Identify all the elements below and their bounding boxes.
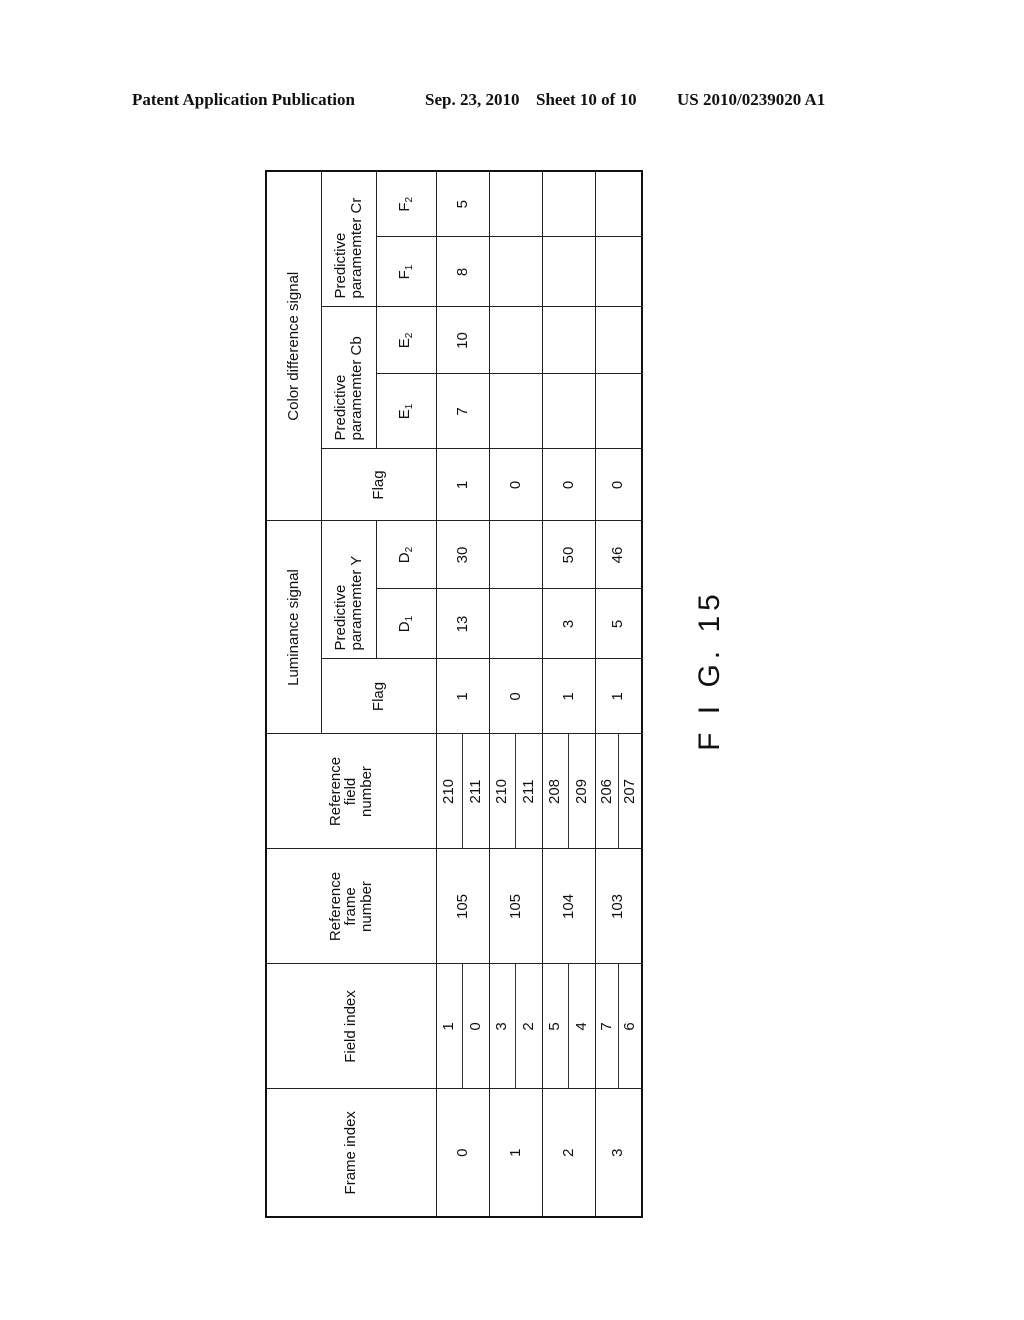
header-luminance-signal: Luminance signal [266,521,321,734]
header-color-difference-signal: Color difference signal [266,170,321,521]
d1-cell: 3 [542,589,595,659]
table-row: 0 10 105 210 211 1 13 30 1 7 10 8 5 [436,170,489,1217]
d1-cell: 5 [595,589,642,659]
c-flag-cell: 1 [436,449,489,521]
d2-cell: 50 [542,521,595,589]
prediction-parameter-table: Frame index Field index Reference frame … [265,169,643,1218]
f1-cell [489,237,542,307]
header-ref-frame: Reference frame number [266,849,436,964]
sheet-number: Sheet 10 of 10 [536,90,637,109]
figure-label: F I G. 15 [670,589,750,751]
header-pred-y: Predictive paramemter Y [321,521,376,659]
header-frame-index: Frame index [266,1089,436,1217]
table-row: 1 32 105 210 211 0 0 [489,170,542,1217]
f1-cell: 8 [436,237,489,307]
e1-cell [542,374,595,449]
table-row: 2 54 104 208 209 1 3 50 0 [542,170,595,1217]
f1-cell [595,237,642,307]
e1-cell: 7 [436,374,489,449]
header-d1: D1 [376,589,436,659]
ref-field-cell: 210 211 [436,734,489,849]
frame-index-cell: 3 [595,1089,642,1217]
header-f2: F2 [376,170,436,237]
field-index-cell: 54 [542,964,595,1089]
ref-field-cell: 208 209 [542,734,595,849]
header-pred-cb: Predictive paramemter Cb [321,307,376,449]
publication-date: Sep. 23, 2010 [425,90,520,109]
d2-cell: 30 [436,521,489,589]
ref-frame-cell: 105 [436,849,489,964]
e1-cell [489,374,542,449]
c-flag-cell: 0 [489,449,542,521]
header-y-flag: Flag [321,659,436,734]
f2-cell [595,170,642,237]
f1-cell [542,237,595,307]
e2-cell [489,307,542,374]
figure-caption: F I G. 15 [693,589,726,751]
table-row: 3 76 103 206 207 1 5 46 0 [595,170,642,1217]
f2-cell [489,170,542,237]
c-flag-cell: 0 [595,449,642,521]
f2-cell [542,170,595,237]
e2-cell [542,307,595,374]
ref-field-cell: 210 211 [489,734,542,849]
y-flag-cell: 1 [595,659,642,734]
frame-index-cell: 2 [542,1089,595,1217]
d1-cell [489,589,542,659]
y-flag-cell: 0 [489,659,542,734]
e1-cell [595,374,642,449]
d2-cell: 46 [595,521,642,589]
field-index-cell: 10 [436,964,489,1089]
y-flag-cell: 1 [542,659,595,734]
header-c-flag: Flag [321,449,436,521]
field-index-cell: 76 [595,964,642,1089]
header-ref-field: Reference field number [266,734,436,849]
patent-number: US 2010/0239020 A1 [677,90,826,109]
ref-field-cell: 206 207 [595,734,642,849]
header-e2: E2 [376,307,436,374]
d2-cell [489,521,542,589]
figure-15-table: Frame index Field index Reference frame … [265,169,643,1218]
y-flag-cell: 1 [436,659,489,734]
header-e1: E1 [376,374,436,449]
publication-title: Patent Application Publication [132,90,355,109]
f2-cell: 5 [436,170,489,237]
field-index-cell: 32 [489,964,542,1089]
header-f1: F1 [376,237,436,307]
d1-cell: 13 [436,589,489,659]
ref-frame-cell: 103 [595,849,642,964]
c-flag-cell: 0 [542,449,595,521]
frame-index-cell: 1 [489,1089,542,1217]
e2-cell: 10 [436,307,489,374]
e2-cell [595,307,642,374]
ref-frame-cell: 105 [489,849,542,964]
page-header: Patent Application Publication Sep. 23, … [132,90,892,114]
header-d2: D2 [376,521,436,589]
ref-frame-cell: 104 [542,849,595,964]
header-field-index: Field index [266,964,436,1089]
frame-index-cell: 0 [436,1089,489,1217]
header-pred-cr: Predictive paramemter Cr [321,170,376,307]
